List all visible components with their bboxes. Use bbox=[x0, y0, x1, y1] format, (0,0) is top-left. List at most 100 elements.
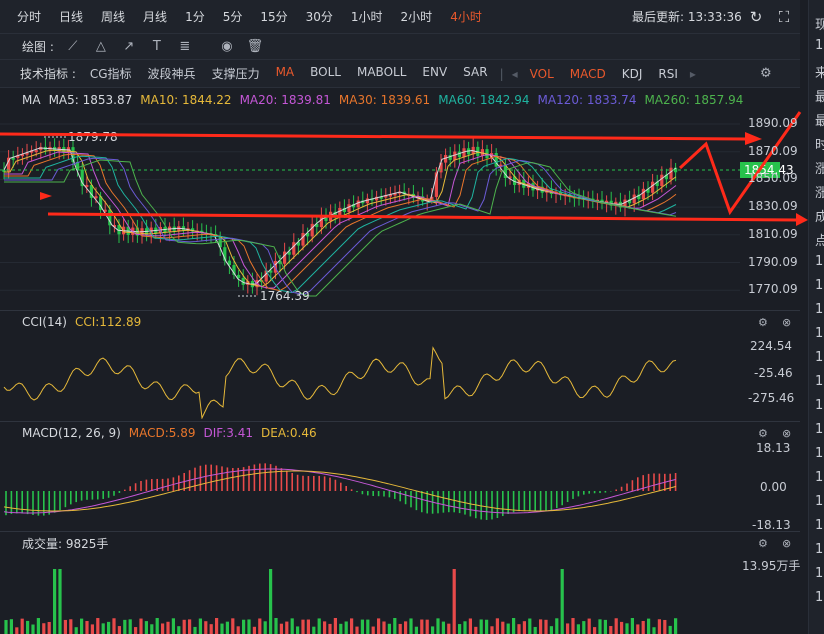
timeframe-9[interactable]: 2小时 bbox=[392, 8, 442, 25]
arrow-tool-icon[interactable]: ↗ bbox=[118, 39, 140, 54]
sub-indicator-0[interactable]: VOL bbox=[522, 67, 562, 81]
macd-axis-mid: 0.00 bbox=[760, 480, 787, 494]
triangle-tool-icon[interactable]: △ bbox=[90, 39, 112, 54]
volume-bar bbox=[609, 626, 613, 634]
low-price-label: 1764.39 bbox=[260, 289, 310, 303]
volume-bar bbox=[96, 618, 100, 634]
volume-bar bbox=[414, 626, 418, 634]
volume-bar bbox=[339, 623, 343, 634]
volume-bar bbox=[236, 626, 240, 634]
text-tool-icon[interactable]: T bbox=[146, 39, 168, 54]
volume-bar bbox=[490, 626, 494, 634]
indicator-1[interactable]: 波段神兵 bbox=[140, 65, 204, 82]
eye-icon[interactable]: ◉ bbox=[216, 39, 238, 54]
trash-icon[interactable]: 🗑 bbox=[244, 39, 266, 54]
volume-bar bbox=[522, 621, 526, 634]
timeframe-2[interactable]: 周线 bbox=[92, 8, 134, 25]
volume-settings-icon[interactable]: ⚙ bbox=[758, 537, 768, 550]
right-col-text-11: 1 bbox=[815, 278, 824, 293]
timeframe-10[interactable]: 4小时 bbox=[441, 8, 491, 25]
volume-axis: 13.95万手 bbox=[742, 559, 801, 573]
sub-indicator-2[interactable]: KDJ bbox=[614, 67, 651, 81]
volume-bar bbox=[177, 626, 181, 634]
candle-body bbox=[660, 174, 664, 187]
timeframe-8[interactable]: 1小时 bbox=[342, 8, 392, 25]
right-info-column: 现 1 来最最时涨涨成点 1 1 1 1 1 1 1 1 1 1 1 1 1 1 1 bbox=[808, 0, 824, 634]
timeframe-5[interactable]: 5分 bbox=[214, 8, 252, 25]
volume-bar bbox=[647, 618, 651, 634]
indicator-3[interactable]: MA bbox=[268, 65, 303, 82]
timeframe-3[interactable]: 月线 bbox=[134, 8, 176, 25]
volume-bar bbox=[593, 627, 597, 634]
volume-bar bbox=[441, 621, 445, 634]
indicator-0[interactable]: CG指标 bbox=[82, 65, 140, 82]
volume-bar bbox=[4, 620, 8, 634]
divider: | bbox=[499, 66, 504, 81]
volume-bar bbox=[9, 619, 13, 634]
volume-bar bbox=[155, 618, 159, 634]
volume-bar bbox=[123, 619, 127, 634]
candlestick-chart[interactable]: 1854.431879.781764.39 bbox=[0, 110, 808, 310]
volume-bar bbox=[344, 621, 348, 634]
indicator-settings-icon[interactable]: ⚙ bbox=[760, 66, 772, 81]
timeframe-7[interactable]: 30分 bbox=[297, 8, 342, 25]
candle-body bbox=[651, 181, 655, 193]
timeframe-4[interactable]: 1分 bbox=[176, 8, 214, 25]
right-col-text-22: 1 bbox=[815, 542, 824, 557]
right-col-text-10: 1 bbox=[815, 254, 824, 269]
right-col-text-19: 1 bbox=[815, 470, 824, 485]
fullscreen-icon[interactable]: ⛶ bbox=[776, 9, 792, 25]
cci-close-icon[interactable]: ⊗ bbox=[782, 316, 791, 329]
line-tool-icon[interactable]: ⟋ bbox=[62, 39, 84, 54]
volume-bar bbox=[317, 618, 321, 634]
candle-body bbox=[301, 233, 305, 246]
volume-bar bbox=[420, 619, 424, 634]
indicator-5[interactable]: MABOLL bbox=[349, 65, 414, 82]
indicator-6[interactable]: ENV bbox=[414, 65, 455, 82]
macd-close-icon[interactable]: ⊗ bbox=[782, 427, 791, 440]
sub-indicator-1[interactable]: MACD bbox=[562, 67, 614, 81]
candle-body bbox=[641, 188, 645, 200]
volume-bar bbox=[36, 618, 40, 634]
timeframe-1[interactable]: 日线 bbox=[50, 8, 92, 25]
price-tick-3: 1830.09 bbox=[748, 199, 798, 214]
timeframe-0[interactable]: 分时 bbox=[8, 8, 50, 25]
volume-title: 成交量: 9825手 bbox=[22, 536, 109, 551]
scroll-left-icon[interactable]: ◂ bbox=[508, 67, 522, 81]
volume-bar bbox=[360, 619, 364, 634]
indicator-4[interactable]: BOLL bbox=[302, 65, 349, 82]
volume-bar bbox=[377, 618, 381, 634]
main-indicator-list: CG指标 波段神兵 支撑压力 MA BOLL MABOLL ENV SAR bbox=[82, 65, 496, 82]
scroll-right-icon[interactable]: ▸ bbox=[686, 67, 700, 81]
fib-tool-icon[interactable]: ≣ bbox=[174, 39, 196, 54]
volume-bar bbox=[468, 618, 472, 634]
right-col-text-6: 涨 bbox=[815, 158, 824, 177]
volume-header: 成交量: 9825手 ⚙ ⊗ bbox=[0, 532, 800, 554]
volume-bar bbox=[474, 626, 478, 634]
timeframe-6[interactable]: 15分 bbox=[251, 8, 296, 25]
volume-bar bbox=[452, 569, 456, 634]
right-col-text-8: 成 bbox=[815, 206, 824, 225]
price-tick-2: 1850.09 bbox=[748, 171, 798, 186]
volume-bar bbox=[85, 621, 89, 634]
volume-bar bbox=[182, 619, 186, 634]
price-tick-1: 1870.09 bbox=[748, 143, 798, 158]
macd-settings-icon[interactable]: ⚙ bbox=[758, 427, 768, 440]
cci-chart bbox=[3, 346, 677, 419]
volume-bar bbox=[630, 618, 634, 634]
volume-bar bbox=[603, 619, 607, 634]
indicator-7[interactable]: SAR bbox=[455, 65, 495, 82]
cci-settings-icon[interactable]: ⚙ bbox=[758, 316, 768, 329]
support-arrow-icon bbox=[796, 213, 808, 226]
sub-indicator-3[interactable]: RSI bbox=[650, 67, 686, 81]
volume-bar bbox=[101, 623, 105, 634]
volume-bar bbox=[312, 626, 316, 634]
indicator-2[interactable]: 支撑压力 bbox=[204, 65, 268, 82]
timeframe-list: 分时 日线 周线 月线 1分 5分 15分 30分 1小时 2小时 4小时 bbox=[8, 8, 491, 25]
refresh-icon[interactable]: ↻ bbox=[748, 9, 764, 25]
volume-bar bbox=[225, 621, 229, 634]
volume-close-icon[interactable]: ⊗ bbox=[782, 537, 791, 550]
volume-bar bbox=[512, 618, 516, 634]
volume-bar bbox=[134, 627, 138, 634]
volume-bar bbox=[652, 627, 656, 634]
